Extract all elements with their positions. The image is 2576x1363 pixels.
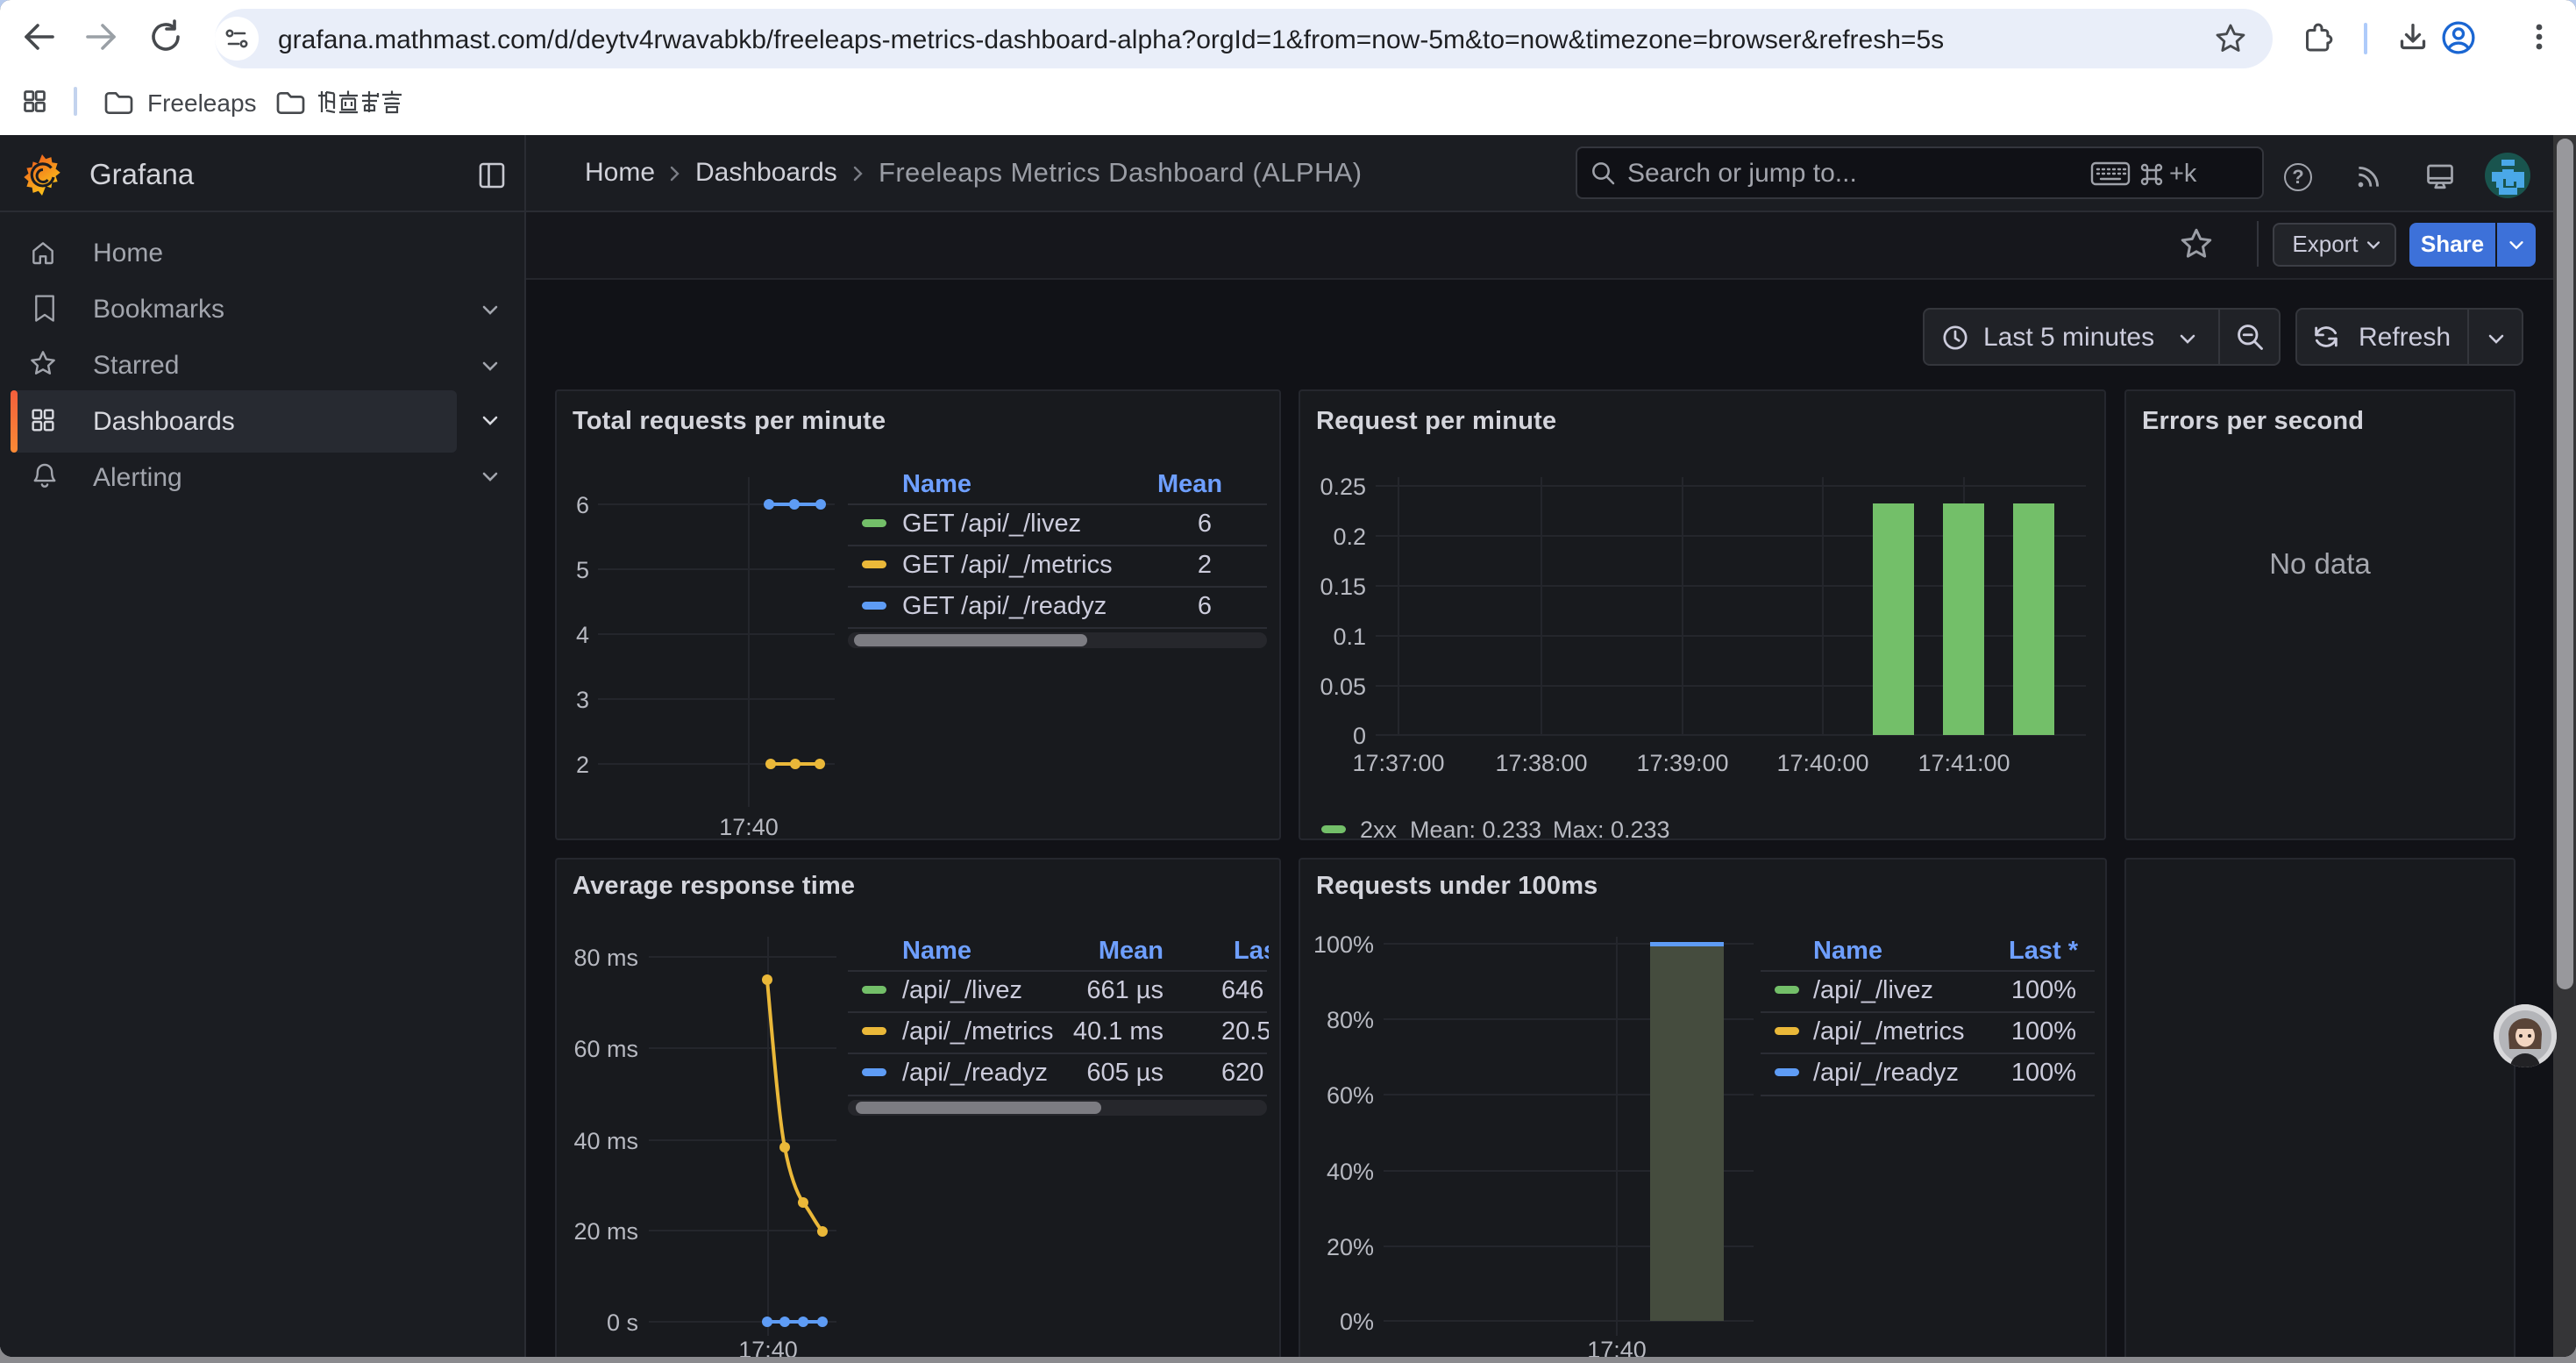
svg-text:17:41:00: 17:41:00 — [1918, 750, 2010, 776]
svg-text:0: 0 — [1353, 723, 1366, 749]
svg-text:3: 3 — [576, 687, 589, 713]
svg-text:0%: 0% — [1340, 1309, 1374, 1335]
svg-text:80%: 80% — [1327, 1007, 1374, 1033]
svg-text:20%: 20% — [1327, 1234, 1374, 1260]
svg-text:17:40: 17:40 — [1587, 1337, 1647, 1357]
svg-text:40 ms: 40 ms — [573, 1128, 638, 1154]
svg-text:100%: 100% — [1313, 931, 1374, 958]
svg-text:17:40: 17:40 — [738, 1337, 798, 1357]
svg-text:4: 4 — [576, 622, 589, 648]
svg-text:0.2: 0.2 — [1333, 524, 1366, 550]
svg-text:2xx: 2xx — [1360, 817, 1398, 840]
svg-text:17:40: 17:40 — [719, 814, 779, 840]
svg-text:Mean: 0.233: Mean: 0.233 — [1410, 817, 1541, 840]
svg-text:6: 6 — [576, 492, 589, 518]
svg-text:17:38:00: 17:38:00 — [1495, 750, 1587, 776]
svg-text:80 ms: 80 ms — [573, 945, 638, 971]
svg-text:17:37:00: 17:37:00 — [1352, 750, 1444, 776]
svg-text:Max: 0.233: Max: 0.233 — [1553, 817, 1670, 840]
svg-text:40%: 40% — [1327, 1159, 1374, 1185]
svg-text:0.1: 0.1 — [1333, 624, 1366, 650]
svg-text:60 ms: 60 ms — [573, 1036, 638, 1062]
svg-text:2: 2 — [576, 752, 589, 778]
svg-text:0.25: 0.25 — [1320, 474, 1366, 500]
svg-text:0.15: 0.15 — [1320, 574, 1366, 600]
svg-text:17:39:00: 17:39:00 — [1636, 750, 1728, 776]
svg-text:20 ms: 20 ms — [573, 1218, 638, 1245]
svg-text:5: 5 — [576, 557, 589, 583]
svg-text:17:40:00: 17:40:00 — [1776, 750, 1868, 776]
svg-text:60%: 60% — [1327, 1082, 1374, 1109]
svg-text:0 s: 0 s — [607, 1309, 638, 1336]
svg-text:0.05: 0.05 — [1320, 674, 1366, 700]
